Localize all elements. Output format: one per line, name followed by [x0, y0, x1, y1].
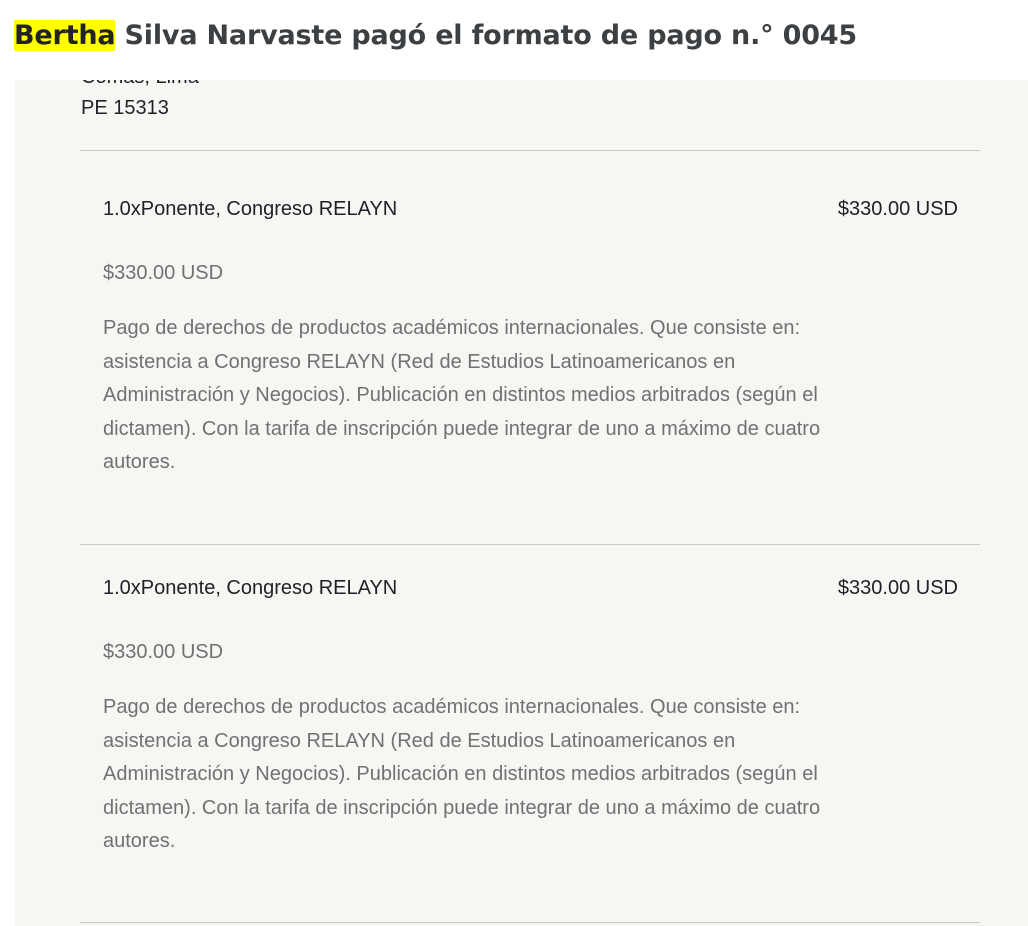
email-subject: Bertha Silva Narvaste pagó el formato de…: [14, 20, 857, 51]
divider: [80, 922, 980, 923]
divider: [80, 544, 980, 545]
item-unit-price: $330.00 USD: [103, 262, 224, 284]
item-name: 1.0xPonente, Congreso RELAYN: [103, 577, 398, 599]
item-description: Pago de derechos de productos académicos…: [103, 696, 821, 853]
search-highlight: Bertha: [14, 20, 116, 51]
address-city: Comas, Lima: [81, 80, 199, 89]
email-header: Bertha Silva Narvaste pagó el formato de…: [0, 0, 1028, 80]
address-postal: PE 15313: [81, 97, 169, 119]
item-total: $330.00 USD: [837, 198, 958, 220]
item-total: $330.00 USD: [837, 577, 958, 599]
subject-text: Silva Narvaste pagó el formato de pago n…: [115, 20, 858, 51]
item-description: Pago de derechos de productos académicos…: [103, 317, 821, 474]
receipt-body: Comas, Lima PE 15313 1.0xPonente, Congre…: [15, 80, 1028, 926]
item-unit-price: $330.00 USD: [103, 641, 224, 663]
divider: [80, 150, 980, 151]
item-name: 1.0xPonente, Congreso RELAYN: [103, 198, 398, 220]
